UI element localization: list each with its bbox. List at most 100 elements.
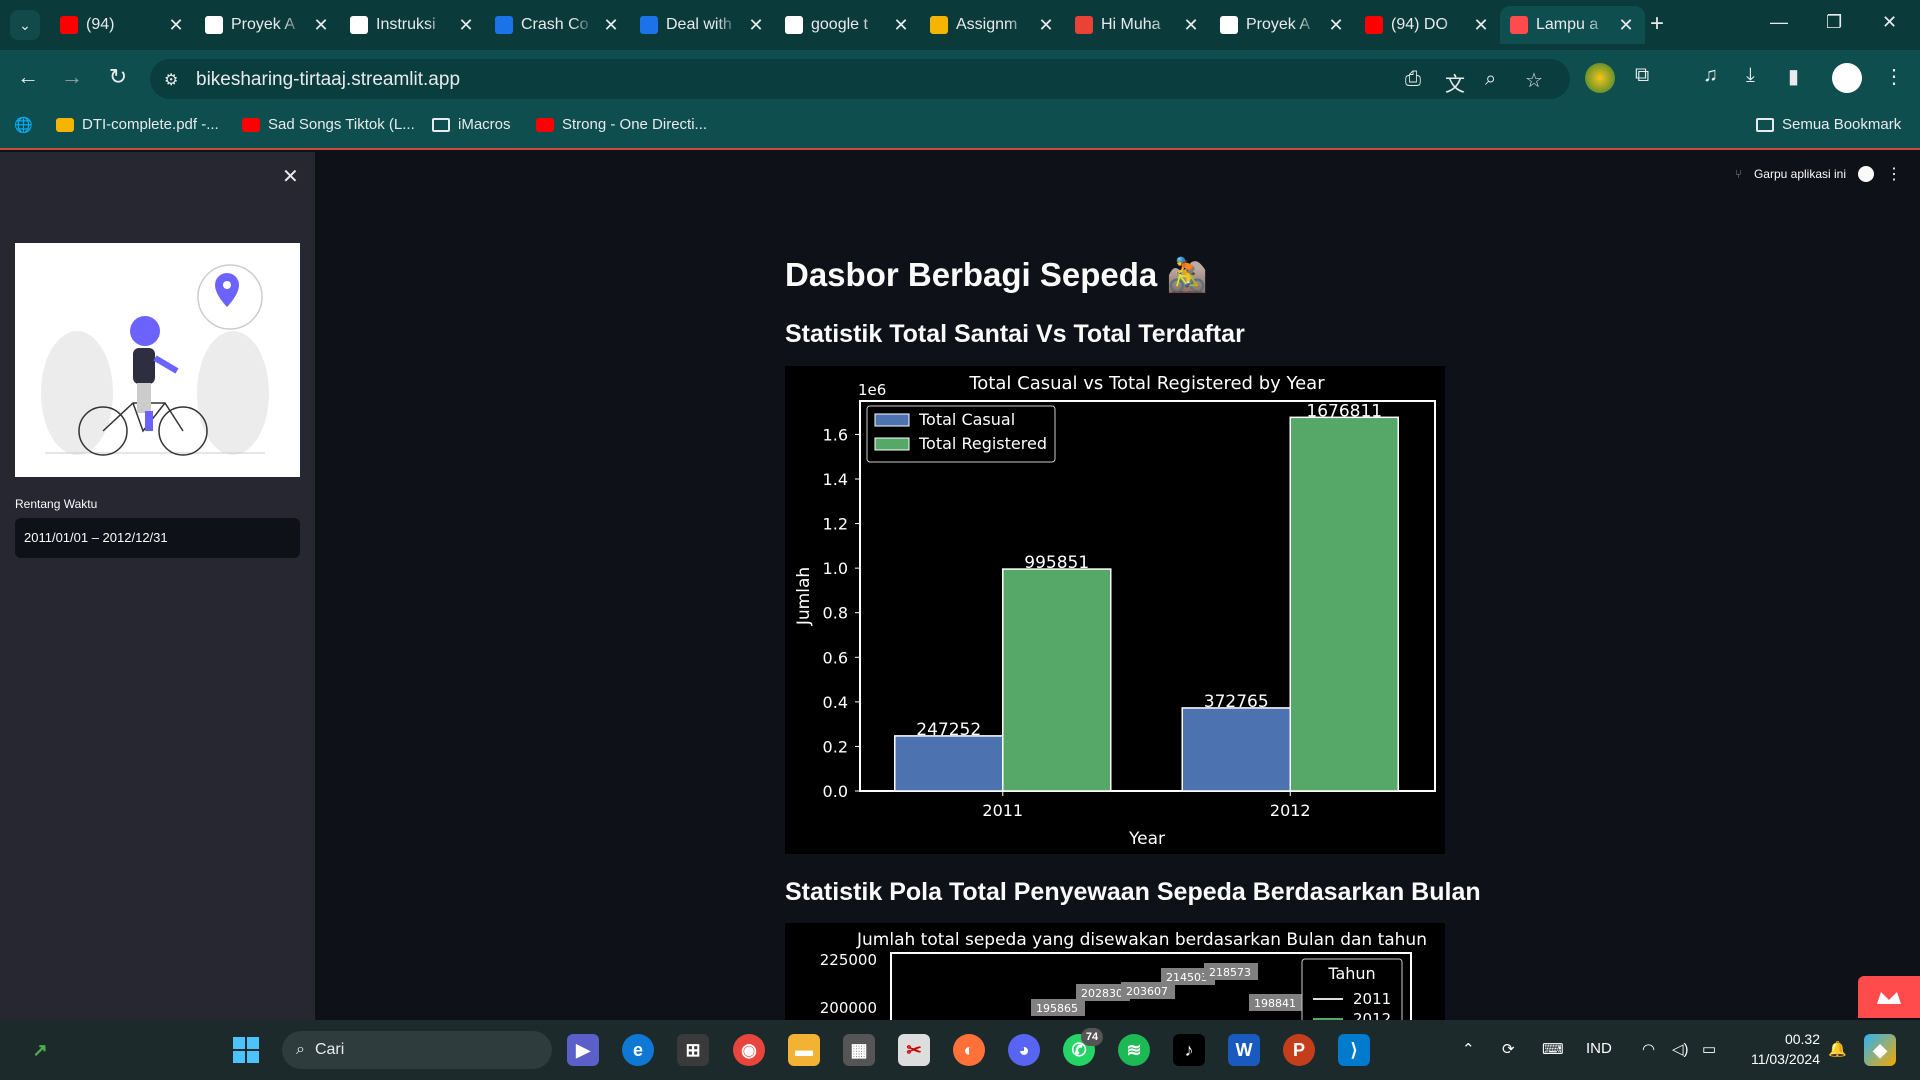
browser-tab[interactable]: Proyek A ✕ (1210, 6, 1355, 44)
extension-avatar-icon[interactable] (1585, 63, 1615, 93)
classroom-icon (930, 16, 948, 34)
site-info-icon[interactable]: ⚙ (164, 70, 178, 90)
address-bar[interactable]: ⚙ bikesharing-tirtaaj.streamlit.app ⎙ 文 … (150, 59, 1570, 99)
taskbar-search[interactable]: ⌕ Cari (282, 1031, 552, 1069)
youtube-icon (536, 117, 554, 132)
browser-tab[interactable]: Lampu a ✕ (1500, 6, 1645, 44)
minimize-icon[interactable]: — (1770, 12, 1788, 33)
tab-title: Instruksi (376, 16, 436, 33)
install-app-icon[interactable]: ⎙ (1405, 68, 1421, 91)
translate-icon[interactable]: 文 (1445, 68, 1465, 97)
volume-icon[interactable]: ◁) (1672, 1040, 1689, 1058)
bookmark-item[interactable]: Sad Songs Tiktok (L... (242, 116, 415, 133)
y-tick-label: 1.0 (823, 559, 848, 578)
sync-icon[interactable]: ⟳ (1502, 1040, 1515, 1058)
file-explorer-icon[interactable]: ▬ (788, 1034, 820, 1066)
windows-taskbar: ↗ ⌕ Cari ▶ e ⊞ ◉ ▬ ▦ ✂ ◐ ◕ ✆ 74 ≋ ♪ W P … (0, 1020, 1920, 1080)
github-icon[interactable] (1858, 166, 1874, 182)
back-button[interactable]: ← (14, 64, 42, 90)
side-panel-icon[interactable]: ▮ (1788, 64, 1799, 89)
battery-icon[interactable]: ▭ (1702, 1040, 1716, 1058)
close-sidebar-icon[interactable]: ✕ (282, 164, 299, 189)
snipping-tool-icon[interactable]: ✂ (898, 1034, 930, 1066)
all-bookmarks-folder[interactable]: Semua Bookmark (1756, 116, 1901, 133)
close-tab-icon[interactable]: ✕ (1327, 15, 1345, 36)
close-tab-icon[interactable]: ✕ (167, 15, 185, 36)
browser-tab[interactable]: Crash Co ✕ (485, 6, 630, 44)
data-label: 372765 (1204, 692, 1269, 712)
legend-swatch (874, 437, 910, 451)
keyboard-icon[interactable]: ⌨ (1542, 1040, 1564, 1058)
extensions-icon[interactable]: ⧉ (1635, 64, 1649, 87)
close-tab-icon[interactable]: ✕ (892, 15, 910, 36)
browser-tab[interactable]: Instruksi ✕ (340, 6, 485, 44)
clock[interactable]: 00.32 11/03/2024 (1730, 1029, 1820, 1069)
fork-app-button[interactable]: Garpu aplikasi ini (1754, 167, 1846, 181)
browser-tab[interactable]: (94) ✕ (50, 6, 195, 44)
store-icon[interactable]: ⊞ (677, 1034, 709, 1066)
close-tab-icon[interactable]: ✕ (747, 15, 765, 36)
word-icon[interactable]: W (1228, 1034, 1260, 1066)
url-text[interactable]: bikesharing-tirtaaj.streamlit.app (196, 69, 460, 91)
media-control-icon[interactable]: ♫ (1703, 64, 1718, 87)
zoom-icon[interactable]: ⌕ (1485, 68, 1496, 91)
edge-icon[interactable]: e (622, 1034, 654, 1066)
point-label: 214503 (1166, 971, 1208, 984)
vscode-icon[interactable]: ⟩ (1338, 1034, 1370, 1066)
restore-icon[interactable]: ❐ (1826, 12, 1842, 33)
profile-avatar-icon[interactable] (1832, 63, 1862, 93)
new-tab-button[interactable]: + (1650, 10, 1664, 38)
close-tab-icon[interactable]: ✕ (1037, 15, 1055, 36)
browser-tab[interactable]: Deal with ✕ (630, 6, 775, 44)
firefox-icon[interactable]: ◐ (953, 1034, 985, 1066)
bookmark-item[interactable]: Strong - One Directi... (536, 116, 707, 133)
streamlit-icon (1510, 16, 1528, 34)
powerpoint-icon[interactable]: P (1283, 1034, 1315, 1066)
wifi-icon[interactable]: ◠ (1642, 1040, 1655, 1058)
browser-tab[interactable]: Assignm ✕ (920, 6, 1065, 44)
browser-tab[interactable]: Hi Muha ✕ (1065, 6, 1210, 44)
reload-button[interactable]: ↻ (104, 64, 132, 90)
chart-title: Jumlah total sepeda yang disewakan berda… (856, 930, 1427, 950)
close-tab-icon[interactable]: ✕ (312, 15, 330, 36)
tray-chevron-icon[interactable]: ⌃ (1462, 1040, 1475, 1058)
stock-widget-icon[interactable]: ↗ (24, 1034, 56, 1066)
close-tab-icon[interactable]: ✕ (1472, 15, 1490, 36)
forward-button[interactable]: → (58, 64, 86, 90)
streamlit-deploy-button[interactable] (1858, 976, 1920, 1018)
discord-icon[interactable]: ◕ (1008, 1034, 1040, 1066)
menu-kebab-icon[interactable]: ⋮ (1884, 64, 1904, 89)
bookmark-item[interactable]: DTI-complete.pdf -... (56, 116, 219, 133)
chrome-icon[interactable]: ◉ (733, 1034, 765, 1066)
copilot-icon[interactable]: ◆ (1864, 1034, 1896, 1066)
start-icon[interactable] (230, 1034, 262, 1066)
spotify-icon[interactable]: ≋ (1118, 1034, 1150, 1066)
tab-title: Hi Muha (1101, 16, 1161, 33)
close-tab-icon[interactable]: ✕ (1617, 15, 1635, 36)
c-icon (640, 16, 658, 34)
notification-bell-icon[interactable]: 🔔 (1828, 1040, 1847, 1058)
browser-tab[interactable]: Proyek A ✕ (195, 6, 340, 44)
close-tab-icon[interactable]: ✕ (602, 15, 620, 36)
bookmark-folder[interactable]: iMacros (432, 116, 511, 133)
line-chart-monthly-rentals: Jumlah total sepeda yang disewakan berda… (785, 923, 1445, 1020)
tab-search-button[interactable]: ⌄ (10, 10, 40, 40)
language-indicator[interactable]: IND (1586, 1040, 1612, 1057)
date-range-input[interactable]: 2011/01/01 – 2012/12/31 (15, 518, 300, 558)
download-icon[interactable]: ⤓ (1746, 64, 1755, 87)
calculator-icon[interactable]: ▦ (843, 1034, 875, 1066)
close-tab-icon[interactable]: ✕ (457, 15, 475, 36)
line-chart-svg: Jumlah total sepeda yang disewakan berda… (820, 930, 1427, 1020)
bookmark-star-icon[interactable]: ☆ (1525, 68, 1543, 93)
search-icon: ⌕ (296, 1041, 305, 1058)
x-tick-label: 2012 (1270, 801, 1311, 820)
main-menu-icon[interactable]: ⋮ (1886, 164, 1902, 184)
apps-icon[interactable]: 🌐 (14, 116, 33, 134)
meet-icon[interactable]: ▶ (567, 1034, 599, 1066)
browser-tab[interactable]: (94) DO ✕ (1355, 6, 1500, 44)
close-tab-icon[interactable]: ✕ (1182, 15, 1200, 36)
tiktok-icon[interactable]: ♪ (1173, 1034, 1205, 1066)
tab-title: Proyek A (231, 16, 296, 33)
browser-tab[interactable]: google t ✕ (775, 6, 920, 44)
close-window-icon[interactable]: ✕ (1882, 12, 1897, 33)
